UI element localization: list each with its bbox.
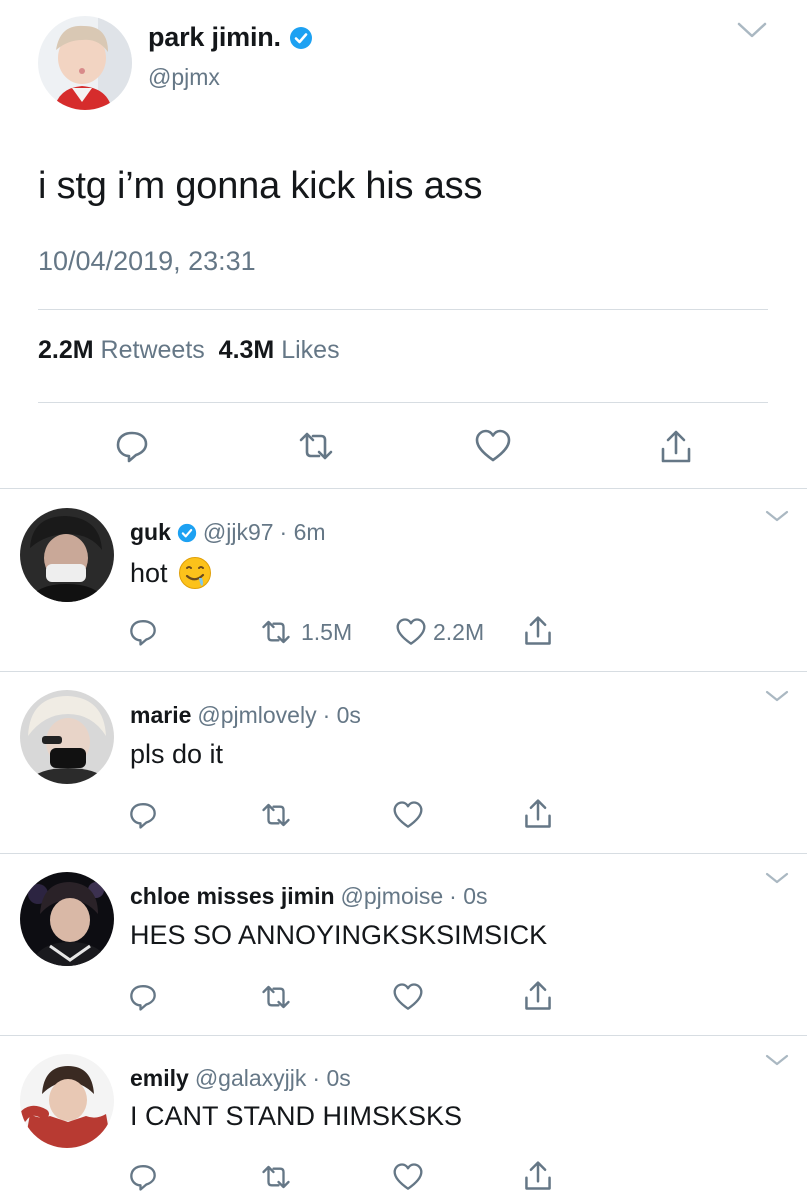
reply-text: pls do it	[130, 739, 224, 769]
avatar[interactable]	[20, 508, 114, 602]
reply-text: HES SO ANNOYINGKSKSIMSICK	[130, 920, 548, 950]
retweet-icon[interactable]	[259, 1162, 293, 1192]
avatar[interactable]	[20, 1054, 114, 1148]
chevron-down-icon[interactable]	[764, 688, 790, 704]
reply-icon[interactable]	[114, 428, 150, 464]
divider	[0, 1035, 807, 1036]
likes-label[interactable]: Likes	[281, 336, 339, 364]
reply-time[interactable]: · 0s	[323, 702, 361, 729]
reply-author-name[interactable]: emily	[130, 1065, 189, 1092]
reply-time[interactable]: · 0s	[449, 883, 487, 910]
like-button[interactable]: 2.2M	[395, 617, 484, 647]
chevron-down-icon[interactable]	[764, 870, 790, 886]
retweet-icon[interactable]	[296, 428, 336, 464]
drooling-face-icon	[178, 556, 212, 590]
retweets-count[interactable]: 2.2M	[38, 336, 94, 364]
retweet-icon[interactable]	[259, 800, 293, 830]
retweet-button[interactable]: 1.5M	[259, 617, 352, 647]
reply-author-name[interactable]: marie	[130, 702, 191, 729]
share-icon[interactable]	[522, 1159, 554, 1193]
tweet-stats: 2.2M Retweets 4.3M Likes	[38, 336, 340, 365]
reply-author-name[interactable]: guk	[130, 519, 171, 546]
likes-count[interactable]: 4.3M	[219, 336, 275, 364]
reply-icon[interactable]	[128, 1162, 158, 1192]
reply-text-row: I CANT STAND HIMSKSKS	[130, 1101, 462, 1132]
author-name[interactable]: park jimin.	[148, 22, 281, 53]
divider	[38, 309, 768, 310]
like-count: 2.2M	[433, 618, 485, 645]
reply-author-handle[interactable]: @pjmlovely	[197, 702, 316, 729]
avatar[interactable]	[20, 872, 114, 966]
reply-time[interactable]: · 6m	[280, 519, 326, 546]
heart-icon[interactable]	[392, 982, 424, 1012]
reply-time[interactable]: · 0s	[312, 1065, 350, 1092]
share-icon[interactable]	[522, 979, 554, 1013]
chevron-down-icon[interactable]	[736, 20, 768, 40]
retweet-count: 1.5M	[301, 618, 353, 645]
heart-icon[interactable]	[474, 428, 512, 464]
divider	[0, 671, 807, 672]
reply-icon[interactable]	[128, 982, 158, 1012]
reply-header: emily @galaxyjjk · 0s	[130, 1065, 351, 1092]
reply-header: chloe misses jimin @pjmoise · 0s	[130, 883, 487, 910]
divider	[38, 402, 768, 403]
retweets-label[interactable]: Retweets	[101, 336, 205, 364]
reply-text-row: HES SO ANNOYINGKSKSIMSICK	[130, 920, 547, 951]
reply-text-row: hot	[130, 556, 212, 590]
author-avatar[interactable]	[38, 16, 132, 110]
heart-icon[interactable]	[392, 1162, 424, 1192]
reply-author-handle[interactable]: @galaxyjjk	[195, 1065, 307, 1092]
retweet-icon[interactable]	[259, 982, 293, 1012]
heart-icon[interactable]	[392, 800, 424, 830]
share-icon[interactable]	[522, 614, 554, 648]
retweet-icon	[259, 617, 293, 647]
reply-author-name[interactable]: chloe misses jimin	[130, 883, 335, 910]
reply-text: I CANT STAND HIMSKSKS	[130, 1101, 463, 1131]
tweet-timestamp[interactable]: 10/04/2019, 23:31	[38, 246, 256, 277]
divider	[0, 488, 807, 489]
verified-badge-icon	[177, 523, 197, 543]
reply-author-handle[interactable]: @jjk97	[203, 519, 274, 546]
verified-badge-icon	[289, 26, 313, 50]
reply-icon[interactable]	[128, 800, 158, 830]
reply-author-handle[interactable]: @pjmoise	[341, 883, 444, 910]
reply-icon[interactable]	[128, 617, 158, 647]
tweet-text: i stg i’m gonna kick his ass	[38, 165, 483, 207]
share-icon[interactable]	[522, 797, 554, 831]
author-handle[interactable]: @pjmx	[148, 64, 220, 91]
heart-icon	[395, 617, 427, 647]
reply-text-row: pls do it	[130, 739, 223, 770]
reply-text: hot	[130, 557, 168, 588]
avatar[interactable]	[20, 690, 114, 784]
reply-header: marie @pjmlovely · 0s	[130, 702, 361, 729]
divider	[0, 853, 807, 854]
author-name-row[interactable]: park jimin.	[148, 22, 313, 53]
chevron-down-icon[interactable]	[764, 1052, 790, 1068]
share-icon[interactable]	[658, 428, 694, 466]
chevron-down-icon[interactable]	[764, 508, 790, 524]
reply-header: guk @jjk97 · 6m	[130, 519, 326, 546]
